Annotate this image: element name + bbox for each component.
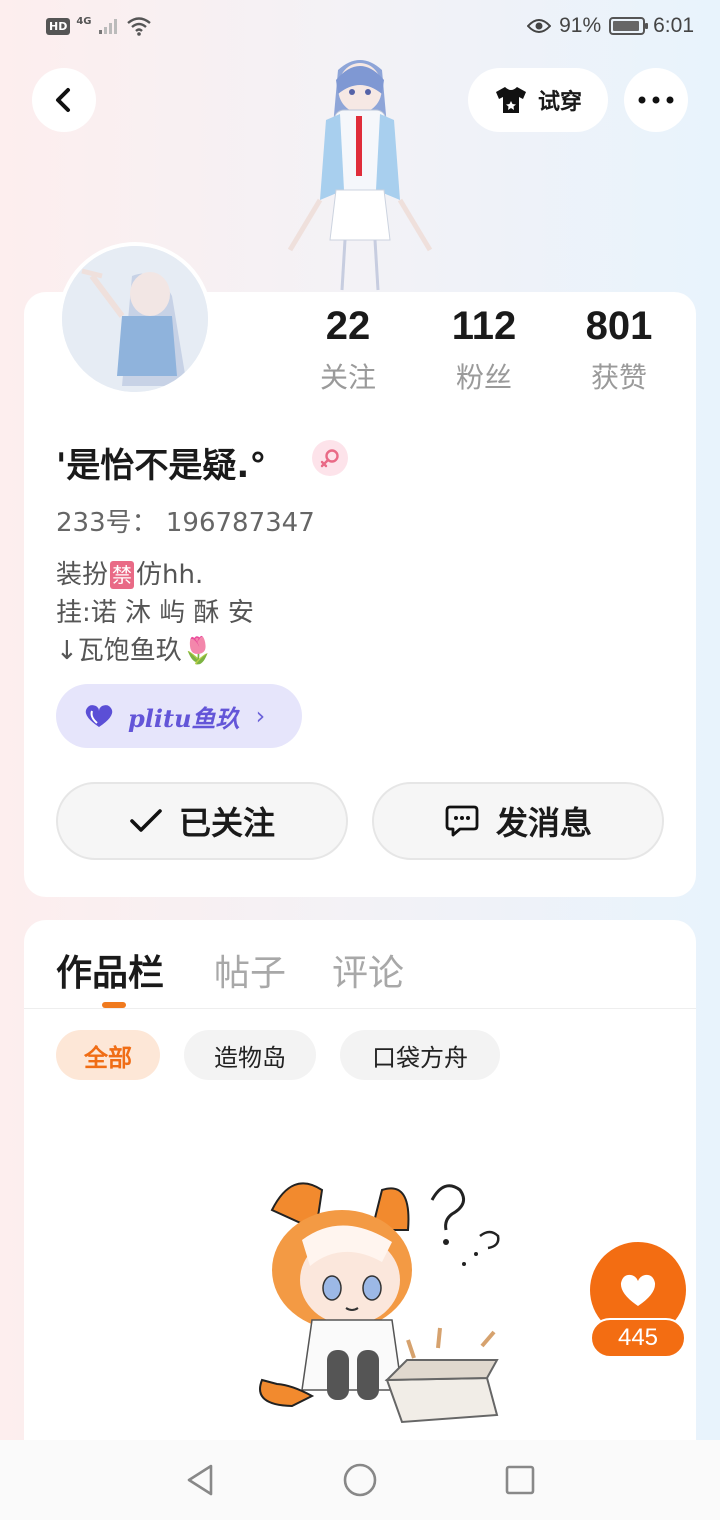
tab-works[interactable]: 作品栏 xyxy=(56,944,164,996)
bio-line-2: 挂:诺 沐 屿 酥 安 xyxy=(56,598,254,628)
filter-creation-island[interactable]: 造物岛 xyxy=(184,1030,316,1080)
more-icon xyxy=(638,96,674,104)
heart-icon xyxy=(620,1274,656,1306)
battery-percent: 91% xyxy=(559,14,602,37)
nav-home-button[interactable] xyxy=(340,1460,380,1500)
stat-likes: 801 获赞 xyxy=(559,300,679,396)
username: '是怡不是疑.° xyxy=(56,446,267,486)
try-on-label: 试穿 xyxy=(537,90,582,115)
circle-home-icon xyxy=(343,1463,377,1497)
followers-label: 粉丝 xyxy=(455,361,512,394)
following-button-label: 已关注 xyxy=(178,804,275,842)
nav-recents-button[interactable] xyxy=(500,1460,540,1500)
wifi-icon xyxy=(126,17,151,36)
nav-back-button[interactable] xyxy=(180,1460,220,1500)
signal-icon xyxy=(98,19,117,34)
tab-divider xyxy=(24,1008,696,1009)
like-count: 445 xyxy=(590,1318,686,1358)
chevron-right-icon: › xyxy=(255,702,266,730)
status-right: 91% 6:01 xyxy=(527,14,694,38)
likes-count: 801 xyxy=(585,304,653,348)
square-recents-icon xyxy=(505,1465,535,1495)
message-button[interactable]: 发消息 xyxy=(372,782,664,860)
more-button[interactable] xyxy=(624,68,688,132)
tab-posts[interactable]: 帖子 xyxy=(214,944,286,996)
tshirt-icon xyxy=(495,87,526,113)
avatar-figure-image xyxy=(287,60,433,291)
hd-icon: HD xyxy=(46,17,71,35)
club-name: plitu鱼玖 xyxy=(128,703,240,733)
clock: 6:01 xyxy=(653,14,694,37)
stat-following[interactable]: 22 关注 xyxy=(288,300,408,396)
triangle-back-icon xyxy=(187,1464,213,1496)
check-icon xyxy=(130,809,162,832)
network-type: 4G xyxy=(76,15,92,27)
likes-label: 获赞 xyxy=(590,361,647,394)
status-bar: HD 4G 91% 6:01 xyxy=(0,0,720,56)
eye-icon xyxy=(527,19,552,33)
heart-club-icon xyxy=(85,705,113,727)
chat-bubble-icon xyxy=(445,805,479,837)
user-id: 233号： 196787347 xyxy=(56,508,315,538)
bio-line-1: 装扮 禁 仿hh. xyxy=(56,560,204,590)
tab-comments[interactable]: 评论 xyxy=(332,944,404,996)
back-button[interactable] xyxy=(32,68,96,132)
back-icon xyxy=(56,88,70,112)
avatar[interactable] xyxy=(58,242,212,396)
filter-all[interactable]: 全部 xyxy=(56,1030,160,1080)
followers-count: 112 xyxy=(451,304,517,348)
empty-state-illustration xyxy=(259,1182,500,1424)
ban-badge: 禁 xyxy=(110,561,135,589)
following-button[interactable]: 已关注 xyxy=(56,782,348,860)
filter-pocket-ark[interactable]: 口袋方舟 xyxy=(340,1030,500,1080)
tulip-icon: 🌷 xyxy=(181,636,215,666)
battery-icon xyxy=(609,17,649,35)
club-badge[interactable]: plitu鱼玖 › xyxy=(56,684,302,748)
try-on-button[interactable]: 试穿 xyxy=(468,68,608,132)
female-icon xyxy=(312,440,348,476)
following-count: 22 xyxy=(325,304,371,348)
stat-followers[interactable]: 112 粉丝 xyxy=(424,300,544,396)
avatar-image xyxy=(62,246,208,392)
status-left: HD 4G xyxy=(46,16,152,36)
bio: 装扮 禁 仿hh. 挂:诺 沐 屿 酥 安 ↓瓦饱鱼玖 🌷 xyxy=(56,556,254,670)
bio-line-3: ↓瓦饱鱼玖 🌷 xyxy=(56,632,254,670)
system-nav-bar xyxy=(0,1440,720,1520)
following-label: 关注 xyxy=(319,361,376,394)
message-button-label: 发消息 xyxy=(495,804,592,842)
